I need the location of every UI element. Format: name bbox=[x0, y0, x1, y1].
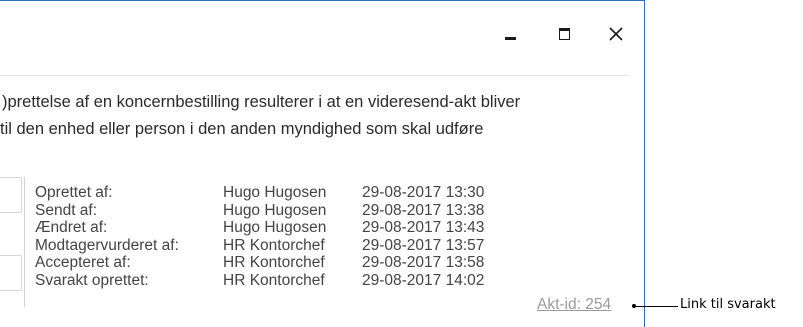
callout-line bbox=[634, 306, 678, 307]
history-datetime: 29-08-2017 13:38 bbox=[362, 201, 485, 219]
history-person: Hugo Hugosen bbox=[223, 219, 327, 237]
minimize-button[interactable] bbox=[497, 21, 523, 47]
description-line-1: )prettelse af en koncernbestilling resul… bbox=[2, 93, 521, 111]
close-button[interactable] bbox=[603, 21, 629, 47]
history-label: Sendt af: bbox=[35, 201, 98, 219]
history-label: Accepteret af: bbox=[35, 254, 131, 272]
history-label: Modtagervurderet af: bbox=[35, 236, 179, 254]
history-person: HR Kontorchef bbox=[223, 271, 325, 289]
stage: )prettelse af en koncernbestilling resul… bbox=[0, 0, 803, 327]
dialog-window: )prettelse af en koncernbestilling resul… bbox=[0, 0, 645, 327]
history-label: Oprettet af: bbox=[35, 184, 113, 201]
header-divider bbox=[0, 75, 629, 76]
history-person: Hugo Hugosen bbox=[223, 201, 327, 219]
history-datetime: 29-08-2017 14:02 bbox=[362, 271, 485, 289]
close-icon bbox=[609, 27, 623, 41]
maximize-button[interactable] bbox=[551, 21, 577, 47]
history-datetime: 29-08-2017 13:43 bbox=[362, 219, 485, 237]
history-label: Svarakt oprettet: bbox=[35, 271, 149, 289]
section-divider bbox=[24, 177, 25, 307]
history-person: Hugo Hugosen bbox=[223, 184, 327, 201]
description-line-2: til den enhed eller person i den anden m… bbox=[0, 120, 484, 138]
history-person: HR Kontorchef bbox=[223, 236, 325, 254]
maximize-icon bbox=[558, 28, 570, 40]
callout-label: Link til svarakt bbox=[680, 297, 776, 312]
history-datetime: 29-08-2017 13:30 bbox=[362, 184, 485, 201]
akt-id-link[interactable]: Akt-id: 254 bbox=[537, 296, 611, 314]
clipped-field-box[interactable] bbox=[0, 177, 22, 213]
history-datetime: 29-08-2017 13:58 bbox=[362, 254, 485, 272]
history-datetime: 29-08-2017 13:57 bbox=[362, 236, 485, 254]
history-label: Ændret af: bbox=[35, 219, 108, 237]
clipped-field-box[interactable] bbox=[0, 255, 22, 291]
minimize-icon bbox=[504, 36, 516, 40]
history-person: HR Kontorchef bbox=[223, 254, 325, 272]
